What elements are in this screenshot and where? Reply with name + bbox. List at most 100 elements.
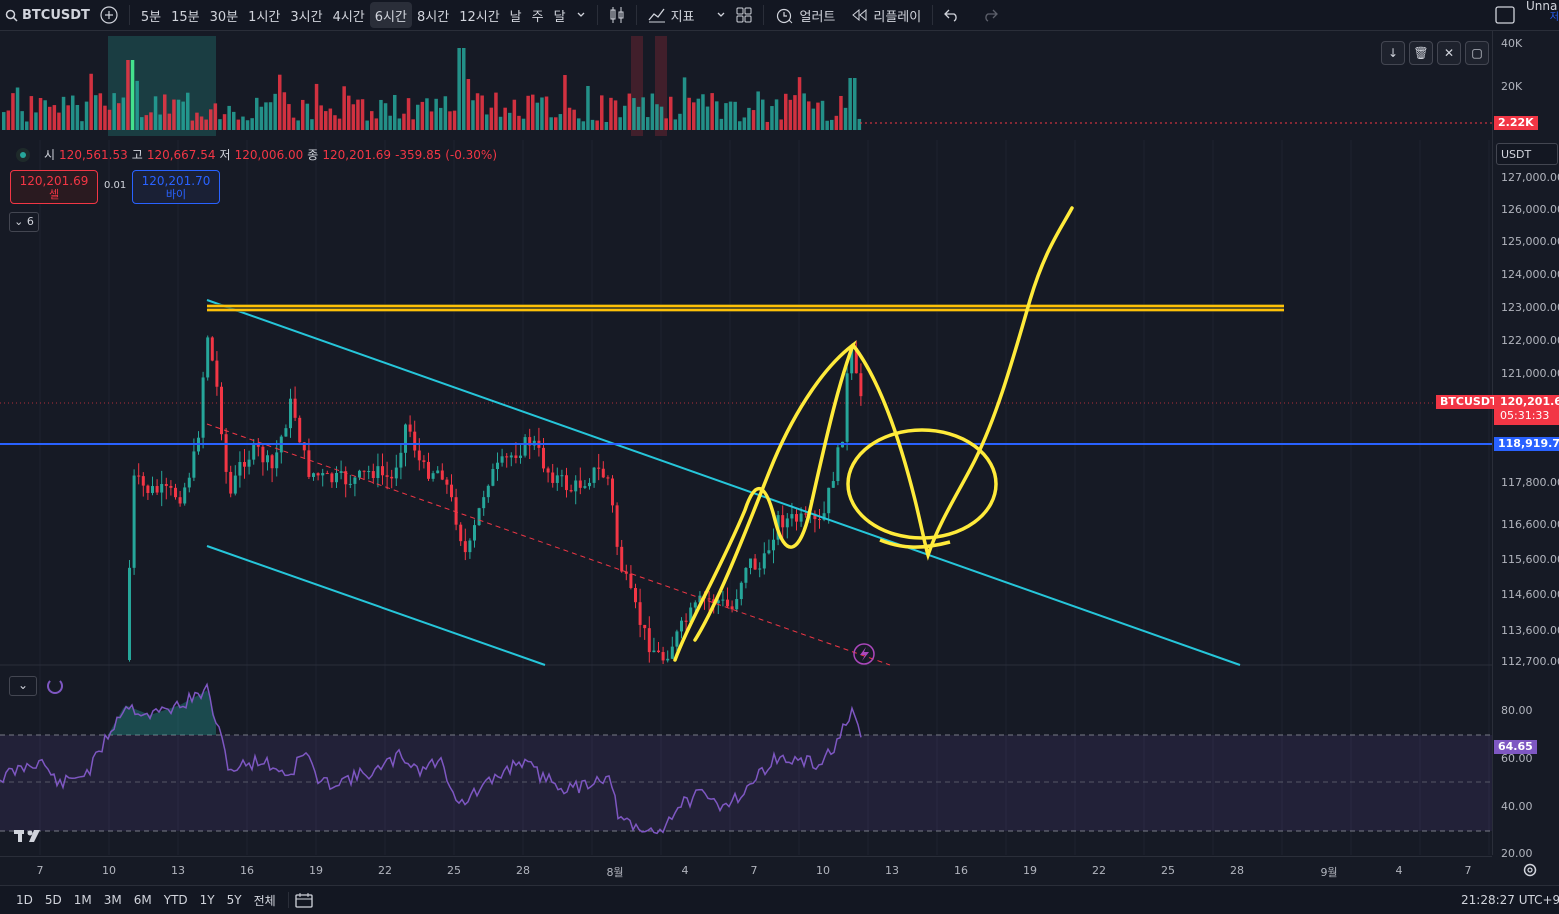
collapse-pane-button[interactable]: ✕ — [1437, 41, 1461, 65]
rsi-collapse-button[interactable]: ⌄ — [9, 676, 37, 696]
replay-button[interactable]: 리플레이 — [846, 0, 926, 30]
sell-button[interactable]: 120,201.69 셀 — [10, 170, 98, 204]
price-axis-label: 124,000.00 — [1501, 268, 1559, 281]
price-axis-label: 123,000.00 — [1501, 301, 1559, 314]
price-axis-label: 116,600.00 — [1501, 518, 1559, 531]
top-toolbar: BTCUSDT 5분 15분 30분 1시간 3시간 4시간 6시간 8시간 1… — [0, 0, 1559, 31]
sell-label: 셀 — [48, 188, 60, 201]
date-label: 13 — [885, 864, 899, 877]
square-icon — [1495, 6, 1515, 24]
delete-pane-button[interactable]: 🗑 — [1409, 41, 1433, 65]
alert-button[interactable]: 얼러트 — [770, 0, 840, 30]
layers-count: 6 — [26, 215, 34, 228]
interval-8h[interactable]: 8시간 — [412, 0, 454, 30]
chart-type-button[interactable] — [604, 0, 630, 30]
date-label: 4 — [681, 864, 689, 877]
close-label: 종 — [307, 148, 319, 162]
price-axis-label: 115,600.00 — [1501, 553, 1559, 566]
interval-1h[interactable]: 1시간 — [243, 0, 285, 30]
rewind-icon — [851, 9, 867, 21]
change-value: -359.85 (-0.30%) — [395, 147, 498, 162]
date-label: 22 — [378, 864, 392, 877]
interval-4h[interactable]: 4시간 — [328, 0, 370, 30]
symbol-search[interactable]: BTCUSDT — [0, 0, 95, 30]
chevron-down-icon: ⌄ — [17, 678, 29, 692]
collapse-icon: ✕ — [1443, 46, 1455, 60]
account-area[interactable]: Unna 저 — [1526, 0, 1559, 24]
date-label: 10 — [102, 864, 116, 877]
range-1y[interactable]: 1Y — [194, 893, 221, 907]
price-axis-label: 121,000.00 — [1501, 367, 1559, 380]
clock[interactable]: 21:28:27 UTC+9 — [1461, 893, 1559, 907]
range-3m[interactable]: 3M — [98, 893, 128, 907]
layout-button[interactable] — [731, 0, 757, 30]
currency-select[interactable]: USDT — [1496, 143, 1558, 165]
plus-circle-icon — [100, 6, 118, 24]
interval-dropdown[interactable] — [571, 0, 591, 30]
range-1d[interactable]: 1D — [10, 893, 39, 907]
buy-price: 120,201.70 — [141, 174, 211, 188]
high-label: 고 — [131, 148, 143, 162]
open-value: 120,561.53 — [59, 147, 128, 162]
account-sub: 저 — [1549, 12, 1559, 23]
arrow-down-icon: ↓ — [1387, 46, 1399, 60]
spread-value: 0.01 — [104, 180, 127, 191]
date-label: 28 — [1230, 864, 1244, 877]
range-ytd[interactable]: YTD — [158, 893, 194, 907]
date-label: 7 — [750, 864, 758, 877]
indicators-button[interactable]: 지표 — [643, 0, 700, 30]
maximize-pane-button[interactable]: ▢ — [1465, 41, 1489, 65]
chevron-down-icon — [716, 10, 726, 20]
date-label: 19 — [1023, 864, 1037, 877]
date-label: 19 — [309, 864, 323, 877]
maximize-icon: ▢ — [1471, 46, 1483, 60]
divider — [128, 5, 130, 25]
divider — [596, 5, 598, 25]
compare-add-button[interactable] — [95, 0, 123, 30]
interval-6h[interactable]: 6시간 — [369, 2, 412, 28]
date-label: 4 — [1395, 864, 1403, 877]
visibility-eye-icon[interactable] — [16, 147, 30, 162]
undo-button[interactable] — [939, 0, 965, 30]
candles-icon — [609, 6, 625, 24]
interval-day[interactable]: 날 — [505, 0, 527, 30]
interval-5m[interactable]: 5분 — [136, 0, 166, 30]
search-icon — [5, 9, 18, 22]
range-5d[interactable]: 5D — [39, 893, 68, 907]
price-axis-label: 125,000.00 — [1501, 235, 1559, 248]
range-1m[interactable]: 1M — [68, 893, 98, 907]
layers-toggle[interactable]: ⌄ 6 — [9, 212, 39, 232]
rsi-band — [0, 735, 1492, 831]
currency-value: USDT — [1501, 148, 1532, 161]
range-all[interactable]: 전체 — [248, 892, 282, 909]
volume-axis-label: 20K — [1501, 80, 1523, 93]
symbol-tag: BTCUSDT — [1436, 395, 1502, 409]
interval-15m[interactable]: 15분 — [166, 0, 205, 30]
interval-week[interactable]: 주 — [527, 0, 549, 30]
range-5y[interactable]: 5Y — [221, 893, 248, 907]
date-axis[interactable] — [0, 856, 1492, 885]
interval-30m[interactable]: 30분 — [205, 0, 244, 30]
axis-settings-button[interactable] — [1522, 862, 1538, 878]
range-6m[interactable]: 6M — [128, 893, 158, 907]
price-axis-label: 122,000.00 — [1501, 334, 1559, 347]
date-label: 16 — [954, 864, 968, 877]
move-down-button[interactable]: ↓ — [1381, 41, 1405, 65]
interval-3h[interactable]: 3시간 — [285, 0, 327, 30]
close-value: 120,201.69 — [322, 147, 392, 162]
indicators-dropdown[interactable] — [711, 0, 731, 30]
date-label: 7 — [36, 864, 44, 877]
gear-icon — [1522, 862, 1538, 878]
countdown: 05:31:33 — [1500, 409, 1550, 422]
divider — [287, 892, 289, 908]
fullscreen-button[interactable] — [1490, 0, 1520, 30]
interval-month[interactable]: 달 — [549, 0, 571, 30]
buy-label: 바이 — [165, 188, 187, 201]
buy-button[interactable]: 120,201.70 바이 — [132, 170, 220, 204]
redo-button[interactable] — [977, 0, 1003, 30]
date-range-button[interactable] — [295, 892, 313, 908]
grid-icon — [736, 7, 752, 23]
interval-12h[interactable]: 12시간 — [454, 0, 504, 30]
price-axis-label: 112,700.00 — [1501, 655, 1559, 668]
date-label: 7 — [1464, 864, 1472, 877]
